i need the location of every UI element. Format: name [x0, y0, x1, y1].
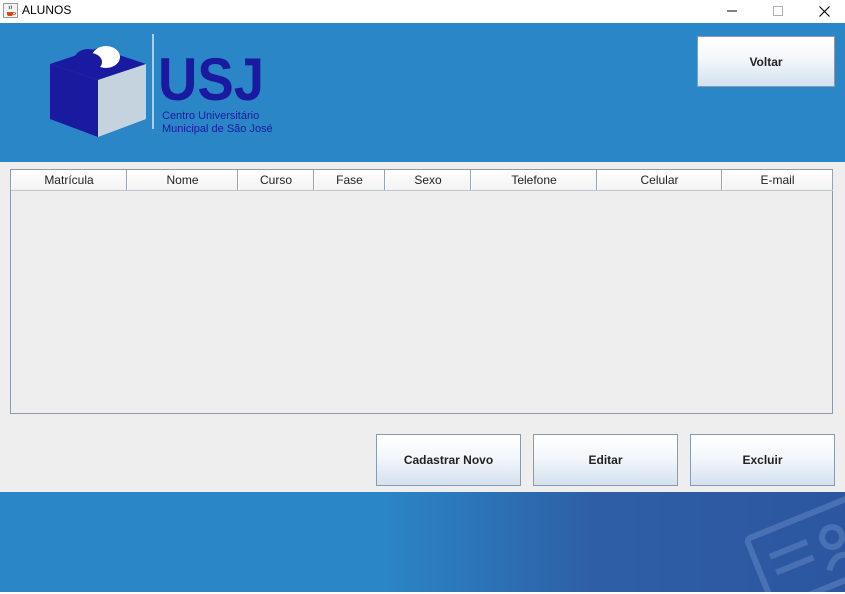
column-header-nome[interactable]: Nome [127, 170, 238, 190]
column-header-celular[interactable]: Celular [597, 170, 722, 190]
maximize-icon [773, 6, 783, 16]
column-header-matricula[interactable]: Matrícula [11, 170, 127, 190]
column-header-telefone[interactable]: Telefone [471, 170, 597, 190]
usj-logo: USJ Centro Universitário Municipal de Sã… [50, 34, 273, 137]
logo-line-2: Municipal de São José [162, 123, 273, 135]
footer-banner [0, 492, 845, 592]
main-panel: Matrícula Nome Curso Fase Sexo Telefone … [0, 162, 845, 492]
window-title: ALUNOS [22, 3, 72, 17]
close-button[interactable] [801, 0, 845, 22]
logo-brand: USJ [158, 46, 264, 113]
java-cup-icon [3, 3, 18, 18]
close-icon [818, 5, 830, 17]
maximize-button[interactable] [755, 0, 801, 22]
minimize-icon [727, 10, 737, 12]
students-table[interactable]: Matrícula Nome Curso Fase Sexo Telefone … [10, 169, 833, 414]
add-student-button[interactable]: Cadastrar Novo [376, 434, 521, 486]
edit-button[interactable]: Editar [533, 434, 678, 486]
header-banner: USJ Centro Universitário Municipal de Sã… [0, 23, 845, 162]
delete-button[interactable]: Excluir [690, 434, 835, 486]
id-card-icon [744, 496, 845, 592]
column-header-curso[interactable]: Curso [238, 170, 314, 190]
column-header-fase[interactable]: Fase [314, 170, 385, 190]
table-header: Matrícula Nome Curso Fase Sexo Telefone … [11, 170, 833, 191]
minimize-button[interactable] [709, 0, 755, 22]
window-titlebar: ALUNOS [0, 0, 845, 22]
column-header-sexo[interactable]: Sexo [385, 170, 471, 190]
logo-line-1: Centro Universitário [162, 110, 259, 122]
column-header-email[interactable]: E-mail [722, 170, 833, 190]
back-button[interactable]: Voltar [697, 36, 835, 87]
